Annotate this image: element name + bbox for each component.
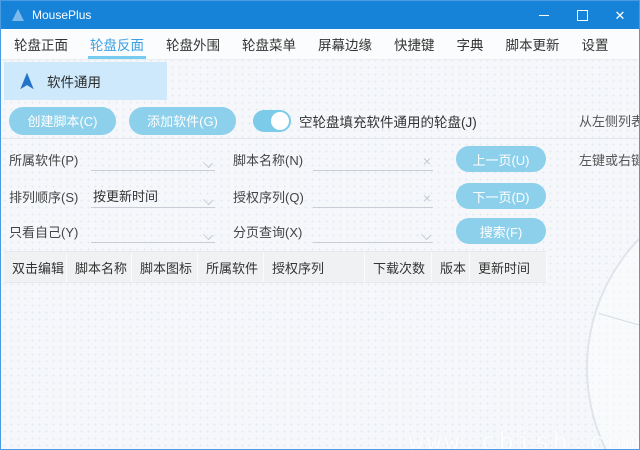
watermark-text: www.cbish.com <box>408 427 640 450</box>
mouse-button-hint: 左键或右键 <box>579 150 640 169</box>
prev-page-button[interactable]: 上一页(U) <box>456 146 546 172</box>
subtab-label: 软件通用 <box>47 71 101 91</box>
tab-wheel-front[interactable]: 轮盘正面 <box>3 29 79 59</box>
column-header-update-time[interactable]: 更新时间 <box>470 252 547 282</box>
tab-hotkeys[interactable]: 快捷键 <box>383 29 446 59</box>
main-tab-bar: 轮盘正面 轮盘反面 轮盘外围 轮盘菜单 屏幕边缘 快捷键 字典 脚本更新 设置 <box>1 29 639 60</box>
sort-order-label: 排列顺序(S) <box>9 187 91 206</box>
window-controls: ✕ <box>525 1 639 29</box>
sort-order-select[interactable]: 按更新时间 <box>91 185 215 208</box>
owner-software-label: 所属软件(P) <box>9 150 91 169</box>
sort-order-value: 按更新时间 <box>91 186 158 205</box>
wheel-decoration-spoke <box>599 313 640 333</box>
tab-script-update[interactable]: 脚本更新 <box>495 29 571 59</box>
column-header-script-icon[interactable]: 脚本图标 <box>132 252 198 282</box>
tab-wheel-back[interactable]: 轮盘反面 <box>79 29 155 59</box>
page-query-select[interactable] <box>313 220 433 243</box>
maximize-icon <box>577 10 588 21</box>
tab-wheel-menu[interactable]: 轮盘菜单 <box>231 29 307 59</box>
filter-row-2: 排列顺序(S) 按更新时间 授权序列(Q) × 下一页(D) <box>1 178 639 214</box>
column-header-version[interactable]: 版本 <box>432 252 470 282</box>
owner-software-select[interactable] <box>91 148 215 171</box>
fill-empty-wheel-toggle[interactable] <box>253 110 291 132</box>
page-query-label: 分页查询(X) <box>233 222 313 241</box>
tab-settings[interactable]: 设置 <box>571 29 620 59</box>
close-icon: ✕ <box>615 9 626 22</box>
auth-serial-label: 授权序列(Q) <box>233 187 313 206</box>
script-table-header: 双击编辑 脚本名称 脚本图标 所属软件 授权序列 下载次数 版本 更新时间 <box>4 251 547 283</box>
left-list-hint: 从左侧列表 <box>579 111 640 130</box>
close-button[interactable]: ✕ <box>601 1 639 29</box>
tab-wheel-outer[interactable]: 轮盘外围 <box>155 29 231 59</box>
column-header-download-count[interactable]: 下载次数 <box>365 252 432 282</box>
app-window: MousePlus ✕ 轮盘正面 轮盘反面 轮盘外围 轮盘菜单 屏幕边缘 快捷键… <box>0 0 640 450</box>
search-button[interactable]: 搜索(F) <box>456 218 546 244</box>
tab-dictionary[interactable]: 字典 <box>446 29 495 59</box>
clear-icon[interactable]: × <box>423 154 431 168</box>
column-header-double-click-edit[interactable]: 双击编辑 <box>4 252 67 282</box>
app-logo-icon <box>12 9 24 21</box>
filter-row-3: 只看自己(Y) 分页查询(X) 搜索(F) <box>1 213 639 249</box>
next-page-button[interactable]: 下一页(D) <box>456 183 546 209</box>
maximize-button[interactable] <box>563 1 601 29</box>
column-header-owner-software[interactable]: 所属软件 <box>198 252 264 282</box>
filter-row-1: 所属软件(P) 脚本名称(N) × 上一页(U) 左键或右键 <box>1 141 639 177</box>
create-script-button[interactable]: 创建脚本(C) <box>9 107 116 135</box>
toggle-knob <box>271 112 289 130</box>
only-mine-select[interactable] <box>91 220 215 243</box>
tab-screen-edge[interactable]: 屏幕边缘 <box>307 29 383 59</box>
toolbar: 创建脚本(C) 添加软件(G) 空轮盘填充软件通用的轮盘(J) 从左侧列表 <box>1 104 639 137</box>
add-software-button[interactable]: 添加软件(G) <box>129 107 236 135</box>
chevron-down-icon <box>204 195 213 204</box>
clear-icon[interactable]: × <box>423 191 431 205</box>
window-title: MousePlus <box>32 8 91 22</box>
column-header-script-name[interactable]: 脚本名称 <box>67 252 132 282</box>
toggle-label: 空轮盘填充软件通用的轮盘(J) <box>299 111 477 131</box>
subtab-software-general[interactable]: 软件通用 <box>4 62 167 100</box>
auth-serial-input[interactable]: × <box>313 185 433 208</box>
toolbar-separator <box>1 138 639 139</box>
chevron-down-icon <box>422 230 431 239</box>
minimize-button[interactable] <box>525 1 563 29</box>
chevron-down-icon <box>204 158 213 167</box>
only-mine-label: 只看自己(Y) <box>9 222 91 241</box>
chevron-down-icon <box>204 230 213 239</box>
column-header-auth-serial[interactable]: 授权序列 <box>264 252 365 282</box>
title-bar: MousePlus ✕ <box>1 1 639 29</box>
script-name-label: 脚本名称(N) <box>233 150 313 169</box>
minimize-icon <box>539 15 549 16</box>
script-name-input[interactable]: × <box>313 148 433 171</box>
navigation-arrow-icon <box>18 71 36 91</box>
